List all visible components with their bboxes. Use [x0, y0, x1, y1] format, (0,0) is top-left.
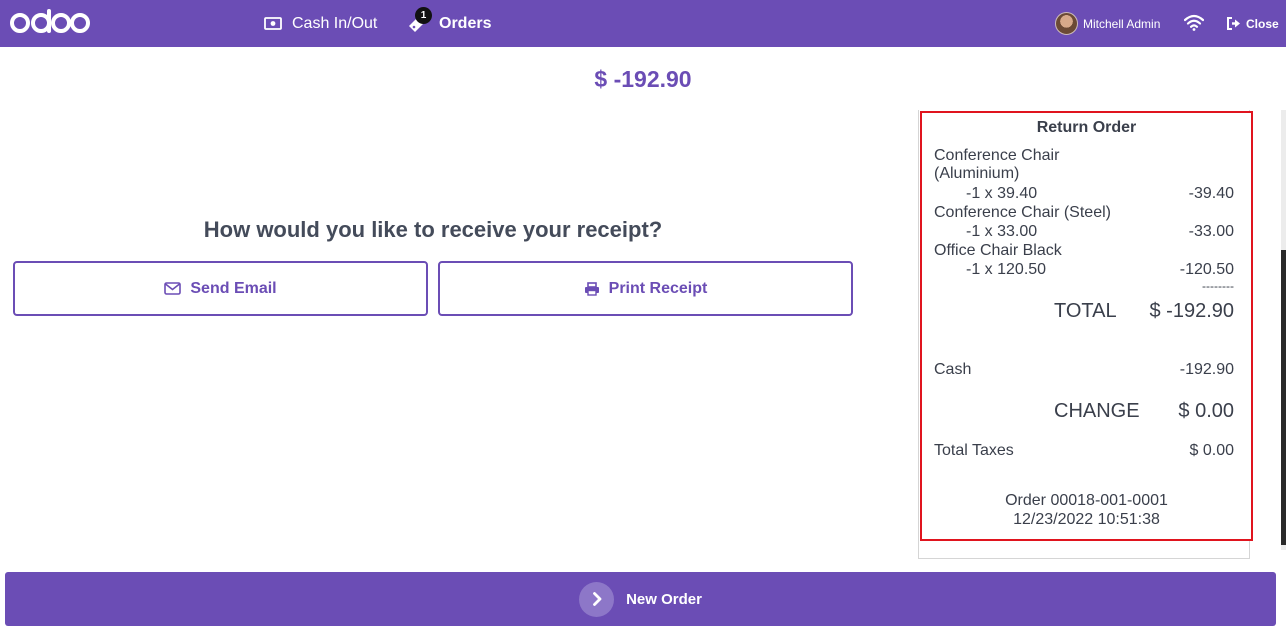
receipt-line-name: Conference Chair (Aluminium) [934, 147, 1060, 182]
send-email-button[interactable]: Send Email [13, 261, 428, 316]
receipt-line-total: -39.40 [1188, 185, 1234, 202]
receipt-taxes-row: Total Taxes $ 0.00 [934, 442, 1234, 460]
receipt-payment-value: -192.90 [1179, 361, 1234, 378]
send-email-label: Send Email [190, 279, 277, 297]
printer-icon [584, 281, 599, 296]
avatar [1055, 12, 1078, 35]
sign-out-icon [1227, 17, 1240, 30]
chevron-right-icon [579, 581, 615, 617]
receipt-taxes-value: $ 0.00 [1189, 442, 1234, 459]
receipt-change-label: CHANGE [1054, 400, 1140, 422]
scrollbar-thumb[interactable] [1281, 250, 1286, 545]
receipt-change-value: $ 0.00 [1178, 400, 1234, 422]
receipt-order-date: 12/23/2022 10:51:38 [1013, 511, 1160, 528]
receipt-line-detail: -1 x 39.40 -39.40 [934, 185, 1234, 203]
close-button[interactable]: Close [1226, 0, 1279, 47]
receipt-payment-label: Cash [934, 361, 972, 378]
receipt-total-value: $ -192.90 [1149, 300, 1234, 322]
cash-in-out-button[interactable]: Cash In/Out [264, 0, 377, 47]
receipt-line-name: Conference Chair (Steel) [934, 204, 1111, 221]
receipt-line-qty: -1 x 120.50 [966, 261, 1047, 278]
new-order-label: New Order [626, 590, 702, 608]
orders-button[interactable]: 1 Orders [407, 0, 491, 47]
receipt-line-qty: -1 x 39.40 [966, 185, 1038, 202]
receipt-line-detail: -1 x 120.50 -120.50 [934, 261, 1234, 279]
new-order-button[interactable]: New Order [5, 572, 1276, 626]
receipt-separator: -------- [1202, 279, 1234, 293]
receipt-line-detail: -1 x 33.00 -33.00 [934, 223, 1234, 241]
receipt-total-label: TOTAL [1054, 300, 1117, 322]
receipt-question: How would you like to receive your recei… [203, 217, 663, 242]
orders-label: Orders [439, 14, 492, 32]
top-navbar: Cash In/Out 1 Orders Mitchell Admin Clos… [0, 0, 1286, 47]
receipt-taxes-label: Total Taxes [934, 442, 1014, 459]
receipt-preview: Return Order Conference Chair (Aluminium… [920, 111, 1253, 541]
ticket-icon: 1 [407, 6, 432, 34]
receipt-line-total: -120.50 [1179, 261, 1234, 278]
money-icon [264, 17, 282, 30]
receipt-line-qty: -1 x 33.00 [966, 223, 1038, 240]
order-total-amount: $ -192.90 [594, 66, 692, 92]
receipt-title: Return Order [1036, 119, 1137, 136]
envelope-icon [164, 282, 182, 295]
orders-count-badge: 1 [415, 6, 432, 24]
receipt-line-total: -33.00 [1188, 223, 1234, 240]
receipt-payment-row: Cash -192.90 [934, 361, 1234, 379]
wifi-icon [1184, 14, 1204, 31]
print-receipt-button[interactable]: Print Receipt [438, 261, 853, 316]
close-label: Close [1246, 16, 1279, 31]
print-receipt-label: Print Receipt [608, 279, 708, 297]
odoo-logo [10, 9, 90, 33]
user-menu[interactable]: Mitchell Admin [1055, 0, 1160, 47]
user-name: Mitchell Admin [1083, 16, 1161, 31]
receipt-line-name: Office Chair Black [934, 242, 1062, 259]
receipt-order-ref: Order 00018-001-0001 [1005, 492, 1168, 509]
cash-in-out-label: Cash In/Out [292, 14, 378, 32]
